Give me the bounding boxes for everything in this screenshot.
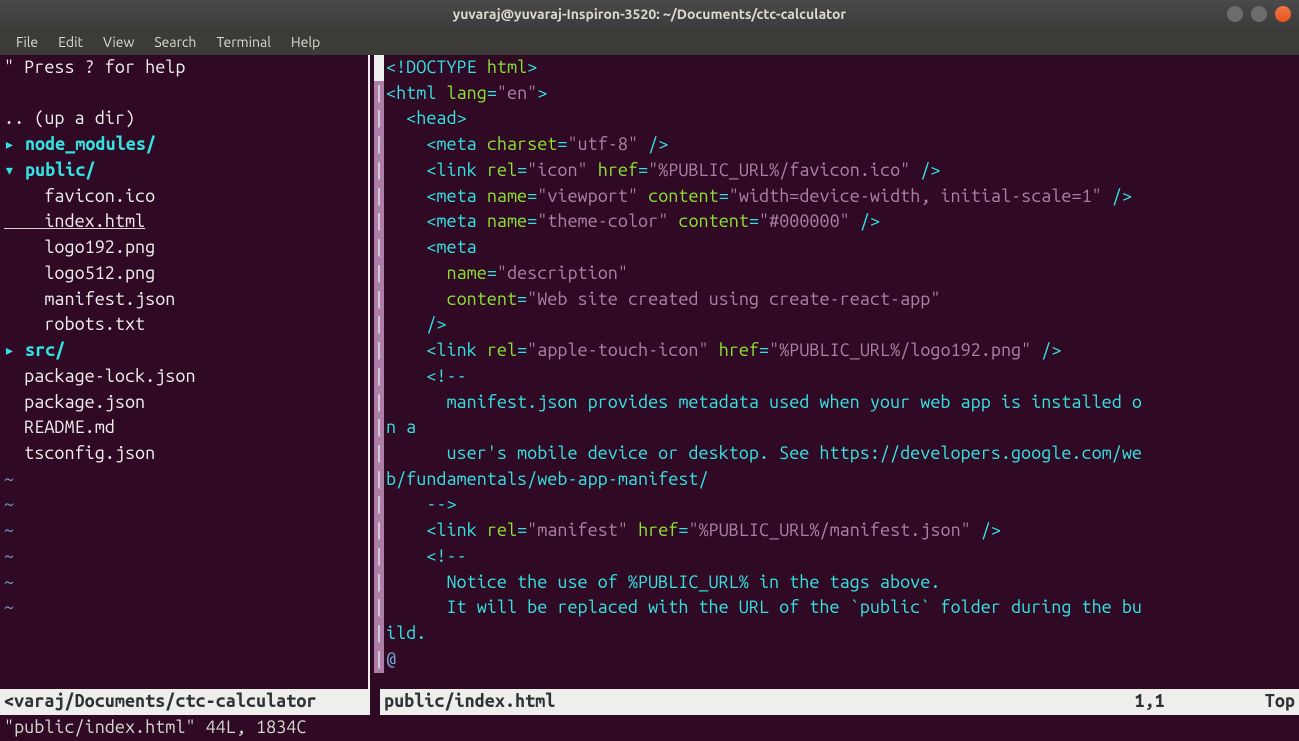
tree-item-tsconfig-json[interactable]: tsconfig.json [0,441,368,467]
tree-item-favicon-ico[interactable]: favicon.ico [0,184,368,210]
content: " Press ? for help .. (up a dir)▸ node_m… [0,55,1299,689]
editor-line[interactable]: | It will be replaced with the URL of th… [370,595,1299,621]
tree-item-logo192-png[interactable]: logo192.png [0,235,368,261]
menubar: FileEditViewSearchTerminalHelp [0,28,1299,55]
editor-line[interactable]: | /> [370,312,1299,338]
editor-line[interactable]: | --> [370,492,1299,518]
menu-edit[interactable]: Edit [48,28,93,56]
titlebar: yuvaraj@yuvaraj-Inspiron-3520: ~/Documen… [0,0,1299,28]
editor-line[interactable]: |b/fundamentals/web-app-manifest/ [370,467,1299,493]
editor-line[interactable]: | <meta name="theme-color" content="#000… [370,209,1299,235]
tree-item-node-modules[interactable]: ▸ node_modules/ [0,132,368,158]
close-button[interactable] [1275,6,1291,22]
tree-item-src[interactable]: ▸ src/ [0,338,368,364]
editor-line[interactable]: | <link rel="apple-touch-icon" href="%PU… [370,338,1299,364]
editor-line[interactable]: |n a [370,415,1299,441]
status-right: public/index.html 1,1 Top [380,689,1299,715]
window-title: yuvaraj@yuvaraj-Inspiron-3520: ~/Documen… [453,4,846,24]
editor-line[interactable]: | <!-- [370,544,1299,570]
editor-line[interactable]: <!DOCTYPE html> [370,55,1299,81]
menu-terminal[interactable]: Terminal [206,28,281,56]
editor-line[interactable]: |@ [370,647,1299,673]
editor-line[interactable]: | <meta name="viewport" content="width=d… [370,184,1299,210]
menu-view[interactable]: View [93,28,144,56]
maximize-button[interactable] [1251,6,1267,22]
command-line[interactable]: "public/index.html" 44L, 1834C [0,715,1299,741]
editor-pane[interactable]: <!DOCTYPE html>|<html lang="en">| <head>… [370,55,1299,689]
tree-item-index-html[interactable]: index.html [0,209,368,235]
tree-item-manifest-json[interactable]: manifest.json [0,287,368,313]
editor-line[interactable]: | user's mobile device or desktop. See h… [370,441,1299,467]
tree-item-readme-md[interactable]: README.md [0,415,368,441]
minimize-button[interactable] [1227,6,1243,22]
menu-help[interactable]: Help [281,28,330,56]
editor-line[interactable]: | manifest.json provides metadata used w… [370,390,1299,416]
window-controls [1227,6,1291,22]
tree-item-package-json[interactable]: package.json [0,390,368,416]
editor-line[interactable]: |ild. [370,621,1299,647]
editor-line[interactable]: | <link rel="manifest" href="%PUBLIC_URL… [370,518,1299,544]
statusbar: <varaj/Documents/ctc-calculator public/i… [0,689,1299,715]
nerdtree-pane[interactable]: " Press ? for help .. (up a dir)▸ node_m… [0,55,370,689]
editor-line[interactable]: | <meta [370,235,1299,261]
tree-item-package-lock-json[interactable]: package-lock.json [0,364,368,390]
status-left: <varaj/Documents/ctc-calculator [0,689,370,715]
editor-line[interactable]: | <head> [370,106,1299,132]
editor-line[interactable]: | name="description" [370,261,1299,287]
editor-line[interactable]: | <meta charset="utf-8" /> [370,132,1299,158]
tree-item-logo512-png[interactable]: logo512.png [0,261,368,287]
editor-line[interactable]: |<html lang="en"> [370,81,1299,107]
editor-line[interactable]: | <!-- [370,364,1299,390]
tree-item-public[interactable]: ▾ public/ [0,158,368,184]
menu-file[interactable]: File [6,28,48,56]
menu-search[interactable]: Search [144,28,206,56]
editor-line[interactable]: | Notice the use of %PUBLIC_URL% in the … [370,570,1299,596]
tree-item-robots-txt[interactable]: robots.txt [0,312,368,338]
editor-line[interactable]: | <link rel="icon" href="%PUBLIC_URL%/fa… [370,158,1299,184]
editor-line[interactable]: | content="Web site created using create… [370,287,1299,313]
